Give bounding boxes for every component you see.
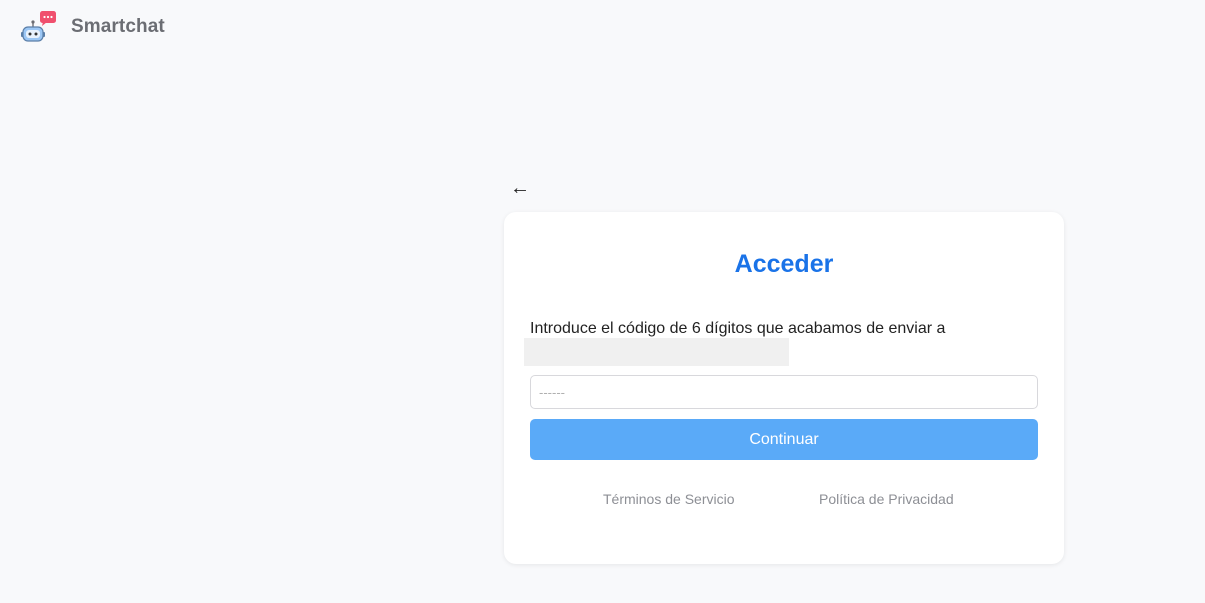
redacted-email [524, 338, 789, 366]
privacy-policy-link[interactable]: Política de Privacidad [819, 491, 954, 507]
instruction-text: Introduce el código de 6 dígitos que aca… [530, 320, 946, 337]
login-card: Acceder Introduce el código de 6 dígitos… [504, 212, 1064, 564]
page-title: Acceder [734, 250, 834, 278]
back-arrow-icon[interactable]: ← [510, 176, 530, 200]
continue-button[interactable]: Continuar [530, 419, 1038, 460]
terms-of-service-link[interactable]: Términos de Servicio [603, 491, 735, 507]
app-header: Smartchat [21, 10, 165, 44]
verification-code-input[interactable] [530, 375, 1038, 409]
app-title: Smartchat [71, 16, 165, 37]
robot-chat-logo-icon [21, 11, 56, 42]
